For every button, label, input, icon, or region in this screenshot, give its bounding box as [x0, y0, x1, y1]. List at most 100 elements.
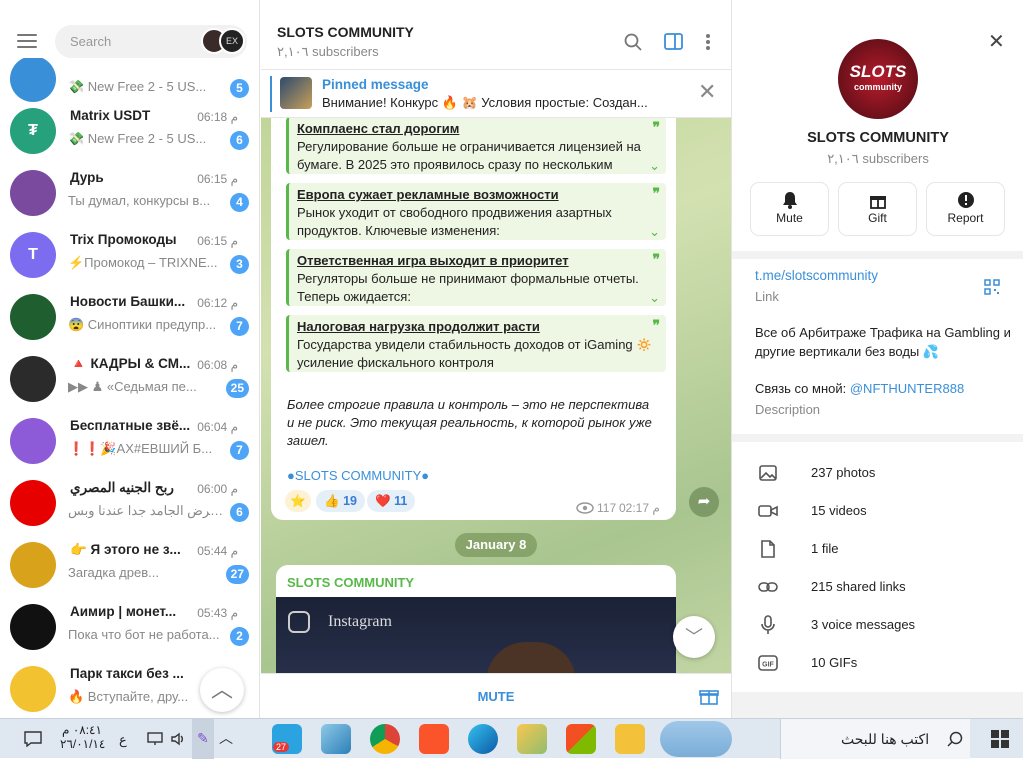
reaction-thumbs-up[interactable]: 👍 19: [316, 490, 365, 512]
chat-list-item[interactable]: ربح الجنيه المصري 06:00 م العرض الجامد جدا…: [0, 472, 259, 534]
pinned-message-bar[interactable]: Pinned message Внимание! Конкурс 🔥 🐹 Усл…: [261, 70, 731, 118]
profile-name: SLOTS COMMUNITY: [807, 130, 949, 146]
search-icon[interactable]: [624, 33, 642, 51]
close-pinned-icon[interactable]: ✕: [698, 81, 716, 103]
quote-mark-icon: ❞: [652, 317, 660, 333]
close-icon[interactable]: ✕: [988, 32, 1005, 52]
unread-badge: 7: [230, 317, 249, 336]
media-files[interactable]: 1 file: [732, 530, 1023, 568]
chat-list-item[interactable]: 👉 Я этого не з... 05:44 م Загадка древ... 2…: [0, 534, 259, 596]
unread-badge: 27: [225, 565, 249, 584]
message-time: 02:17 م: [619, 501, 660, 515]
gift-icon: [869, 196, 886, 209]
chat-name: Matrix USDT: [70, 108, 151, 123]
scroll-down-button[interactable]: ﹀: [673, 616, 715, 658]
chat-preview: 😨 Синоптики предупр...: [68, 317, 217, 332]
chevron-down-icon[interactable]: ⌄: [649, 224, 660, 240]
microphone-icon: [761, 615, 775, 634]
profile-avatar[interactable]: SLOTS community: [838, 39, 918, 119]
message-signature[interactable]: ●SLOTS COMMUNITY●: [287, 468, 429, 483]
gift-icon[interactable]: [699, 686, 719, 706]
chat-title[interactable]: SLOTS COMMUNITY: [277, 24, 414, 40]
edge-icon[interactable]: [468, 724, 498, 754]
tray-expand-icon[interactable]: ︿: [219, 728, 233, 748]
report-icon: [957, 192, 974, 208]
qr-code-icon[interactable]: [984, 279, 1000, 295]
mute-action-button[interactable]: Mute: [751, 183, 828, 235]
chat-list-item[interactable]: Бесплатные звё... 06:04 م ❗❗🎉АХ#ЕВШИЙ Б...…: [0, 410, 259, 472]
image-caption: Instagram: [328, 613, 392, 630]
app-icon[interactable]: [321, 724, 351, 754]
chevron-down-icon[interactable]: ⌄: [649, 290, 660, 306]
menu-icon[interactable]: [17, 34, 37, 48]
folder-icon[interactable]: [615, 724, 645, 754]
account-avatar-2[interactable]: EX: [219, 28, 245, 54]
widget-icon[interactable]: [660, 721, 732, 757]
media-gifs[interactable]: GIF 10 GIFs: [732, 644, 1023, 682]
report-action-button[interactable]: Report: [927, 183, 1004, 235]
file-icon: [761, 540, 775, 558]
chat-list-header: Search EX: [0, 0, 259, 58]
chat-avatar: [10, 356, 56, 402]
reaction-heart[interactable]: ❤️ 11: [367, 490, 416, 512]
chat-list-item[interactable]: Аимир | монет... 05:43 م Пока что бот не р…: [0, 596, 259, 658]
message-sender[interactable]: SLOTS COMMUNITY: [287, 575, 414, 590]
profile-link[interactable]: t.me/slotscommunity: [755, 268, 878, 283]
windows-start-icon[interactable]: [991, 730, 1009, 748]
message-bubble[interactable]: Комплаенс стал дорогим Регулирование бол…: [271, 100, 676, 520]
pen-icon[interactable]: ✎: [192, 719, 214, 759]
search-input[interactable]: Search EX: [55, 25, 247, 58]
media-photos[interactable]: 237 photos: [732, 454, 1023, 492]
chat-list-item[interactable]: Новости Башки... 06:12 م 😨 Синоптики преду…: [0, 286, 259, 348]
chat-list-item[interactable]: Дурь 06:15 م Ты думал, конкурсы в... 4: [0, 162, 259, 224]
pinned-accent: [270, 76, 272, 112]
chat-avatar: [10, 480, 56, 526]
taskbar-search[interactable]: اكتب هنا للبحث: [780, 719, 970, 759]
clock[interactable]: ٠٨:٤١ م ٢٦/٠١/١٤: [60, 723, 105, 751]
volume-icon[interactable]: [170, 731, 186, 747]
chat-name: Парк такси без ...: [70, 666, 184, 681]
gift-action-button[interactable]: Gift: [839, 183, 916, 235]
quote-block-3: Ответственная игра выходит в приоритет Р…: [286, 249, 666, 306]
chat-avatar: [10, 666, 56, 712]
unread-badge: 2: [230, 627, 249, 646]
chat-time: 05:44 م: [197, 544, 238, 558]
chrome-icon[interactable]: [370, 724, 400, 754]
game-icon[interactable]: [517, 724, 547, 754]
chat-time: 06:00 م: [197, 482, 238, 496]
section-divider: [732, 434, 1023, 442]
chat-header[interactable]: SLOTS COMMUNITY ٢,١٠٦ subscribers: [261, 0, 731, 70]
chat-preview: Загадка древ...: [68, 565, 159, 580]
store-icon[interactable]: [566, 724, 596, 754]
more-icon[interactable]: [705, 33, 711, 51]
chat-avatar: ₮: [10, 108, 56, 154]
pinned-thumbnail: [280, 77, 312, 109]
telegram-icon[interactable]: 27: [272, 724, 302, 754]
language-indicator[interactable]: ع: [119, 732, 127, 748]
chat-time: 06:12 م: [197, 296, 238, 310]
chat-preview: العرض الجامد جدا عندنا وبس...: [68, 503, 226, 518]
media-links[interactable]: 215 shared links: [732, 568, 1023, 606]
contact-handle-link[interactable]: @NFTHUNTER888: [850, 381, 964, 396]
network-icon[interactable]: [146, 731, 164, 747]
mute-bar: MUTE: [261, 673, 731, 718]
chat-list-item[interactable]: 🔺 КАДРЫ & СМ... 06:08 م ▶▶ ♟ «Седьмая пе..…: [0, 348, 259, 410]
scroll-up-button[interactable]: ︿: [200, 668, 244, 712]
notification-icon[interactable]: [24, 731, 42, 747]
chevron-down-icon[interactable]: ⌄: [649, 158, 660, 174]
chat-subscribers: ٢,١٠٦ subscribers: [277, 44, 379, 59]
reaction-star[interactable]: ⭐: [285, 490, 311, 512]
media-videos[interactable]: 15 videos: [732, 492, 1023, 530]
views-eye-icon: [576, 502, 594, 514]
quote-body: Регулирование больше не ограничивается л…: [297, 139, 641, 172]
chat-list-item[interactable]: T Trix Промокоды 06:15 م ⚡Промокод – TRIXNE…: [0, 224, 259, 286]
chat-list-item[interactable]: ₮ Matrix USDT 06:18 م 💸 New Free 2 - 5 US..…: [0, 100, 259, 162]
chat-preview: Пока что бот не работа...: [68, 627, 220, 642]
sidebar-toggle-icon[interactable]: [664, 33, 683, 50]
brave-icon[interactable]: [419, 724, 449, 754]
media-voice[interactable]: 3 voice messages: [732, 606, 1023, 644]
mute-button[interactable]: MUTE: [261, 689, 731, 704]
forward-icon[interactable]: ➦: [689, 487, 719, 517]
chat-name: Дурь: [70, 170, 104, 185]
unread-badge: 6: [230, 503, 249, 522]
